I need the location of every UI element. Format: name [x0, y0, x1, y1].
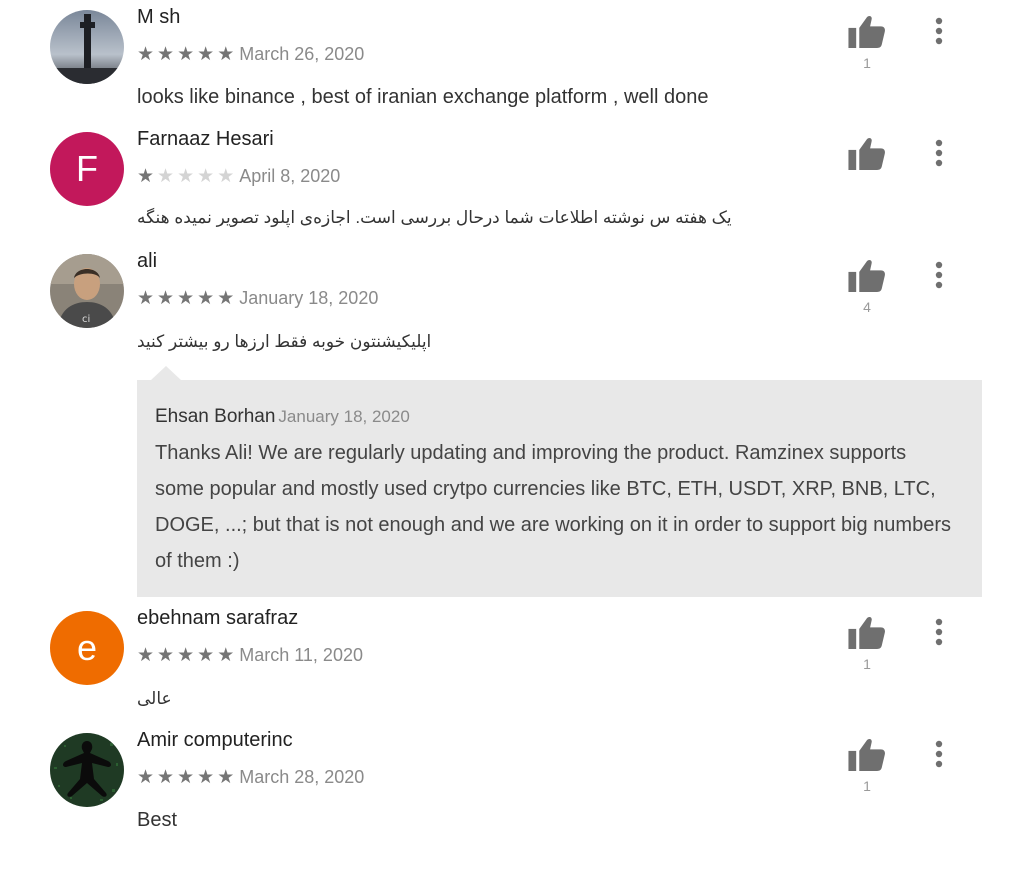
review-item: F Farnaaz Hesari ★ ★ ★ ★ ★ April 8, 2020…: [0, 122, 1024, 244]
star-icon: ★: [197, 43, 215, 65]
star-rating: ★ ★ ★ ★ ★: [137, 43, 235, 65]
star-icon: ★: [217, 766, 235, 788]
star-rating: ★ ★ ★ ★ ★: [137, 766, 235, 788]
reply-author: Ehsan Borhan: [155, 406, 276, 427]
star-rating: ★ ★ ★ ★ ★: [137, 644, 235, 666]
review-text: عالی: [137, 689, 172, 708]
star-icon: ★: [137, 43, 155, 65]
avatar-photo-icon: [50, 10, 124, 84]
star-rating: ★ ★ ★ ★ ★: [137, 287, 235, 309]
more-vert-icon[interactable]: [929, 138, 949, 168]
star-icon: ★: [217, 165, 235, 187]
review-date: January 18, 2020: [239, 288, 379, 308]
review-date: March 26, 2020: [239, 44, 365, 64]
user-avatar[interactable]: e: [50, 611, 124, 685]
review-meta: ★ ★ ★ ★ ★ March 11, 2020: [137, 645, 363, 666]
reply-notch: [150, 366, 182, 381]
review-date: March 11, 2020: [239, 645, 363, 665]
review-meta: ★ ★ ★ ★ ★ March 26, 2020: [137, 44, 364, 65]
star-icon: ★: [157, 287, 175, 309]
star-icon: ★: [177, 287, 195, 309]
review-item: M sh ★ ★ ★ ★ ★ March 26, 2020 looks like…: [0, 0, 1024, 122]
star-icon: ★: [137, 165, 155, 187]
like-count: 4: [863, 299, 871, 315]
star-icon: ★: [157, 644, 175, 666]
avatar-photo-icon: [50, 733, 124, 807]
like-count: 1: [863, 55, 871, 71]
thumbs-up-icon[interactable]: [848, 136, 886, 170]
star-icon: ★: [157, 165, 175, 187]
star-icon: ★: [177, 165, 195, 187]
reviewer-name: Farnaaz Hesari: [137, 128, 274, 150]
review-text: اپلیکیشنتون خوبه فقط ارزها رو بیشتر کنید: [137, 332, 432, 351]
reviewer-name: M sh: [137, 6, 181, 28]
reviewer-name: ali: [137, 250, 158, 272]
user-avatar[interactable]: [50, 733, 124, 807]
star-icon: ★: [217, 43, 235, 65]
like-count: 1: [863, 778, 871, 794]
star-icon: ★: [197, 644, 215, 666]
review-item: ci ali ★ ★ ★ ★ ★ January 18, 2020 اپلیکی…: [0, 244, 1024, 370]
review-meta: ★ ★ ★ ★ ★ January 18, 2020: [137, 288, 378, 309]
like-count: 1: [863, 656, 871, 672]
thumbs-up-icon[interactable]: [848, 737, 886, 771]
star-icon: ★: [217, 287, 235, 309]
avatar-letter: F: [76, 148, 98, 189]
more-vert-icon[interactable]: [929, 16, 949, 46]
star-icon: ★: [197, 766, 215, 788]
developer-reply: Ehsan Borhan January 18, 2020 Thanks Ali!…: [137, 380, 982, 597]
more-vert-icon[interactable]: [929, 260, 949, 290]
thumbs-up-icon[interactable]: [848, 14, 886, 48]
star-icon: ★: [137, 287, 155, 309]
svg-text:ci: ci: [82, 314, 90, 325]
star-icon: ★: [177, 644, 195, 666]
review-date: March 28, 2020: [239, 767, 365, 787]
star-icon: ★: [157, 43, 175, 65]
star-icon: ★: [197, 287, 215, 309]
star-icon: ★: [217, 644, 235, 666]
star-rating: ★ ★ ★ ★ ★: [137, 165, 235, 187]
user-avatar[interactable]: ci: [50, 254, 124, 328]
reviewer-name: ebehnam sarafraz: [137, 607, 299, 629]
more-vert-icon[interactable]: [929, 617, 949, 647]
user-avatar[interactable]: [50, 10, 124, 84]
reply-text: Thanks Ali! We are regularly updating an…: [155, 442, 951, 572]
star-icon: ★: [137, 766, 155, 788]
avatar-letter: e: [76, 627, 98, 668]
thumbs-up-icon[interactable]: [848, 258, 886, 292]
star-icon: ★: [177, 766, 195, 788]
star-icon: ★: [197, 165, 215, 187]
star-icon: ★: [157, 766, 175, 788]
review-text: یک هفته س نوشته اطلاعات شما درحال بررسی …: [137, 208, 732, 227]
star-icon: ★: [177, 43, 195, 65]
reply-date: January 18, 2020: [278, 407, 410, 426]
more-vert-icon[interactable]: [929, 739, 949, 769]
thumbs-up-icon[interactable]: [848, 615, 886, 649]
star-icon: ★: [137, 644, 155, 666]
review-meta: ★ ★ ★ ★ ★ March 28, 2020: [137, 767, 364, 788]
review-item: Amir computerinc ★ ★ ★ ★ ★ March 28, 202…: [0, 723, 1024, 863]
user-avatar[interactable]: F: [50, 132, 124, 206]
review-text: looks like binance , best of iranian exc…: [137, 86, 709, 108]
review-meta: ★ ★ ★ ★ ★ April 8, 2020: [137, 166, 340, 187]
reply-header: Ehsan Borhan January 18, 2020: [155, 406, 410, 428]
review-item: e ebehnam sarafraz ★ ★ ★ ★ ★ March 11, 2…: [0, 601, 1024, 723]
review-date: April 8, 2020: [239, 166, 341, 186]
avatar-photo-icon: ci: [50, 254, 124, 328]
reviewer-name: Amir computerinc: [137, 729, 293, 751]
review-text: Best: [137, 809, 178, 831]
